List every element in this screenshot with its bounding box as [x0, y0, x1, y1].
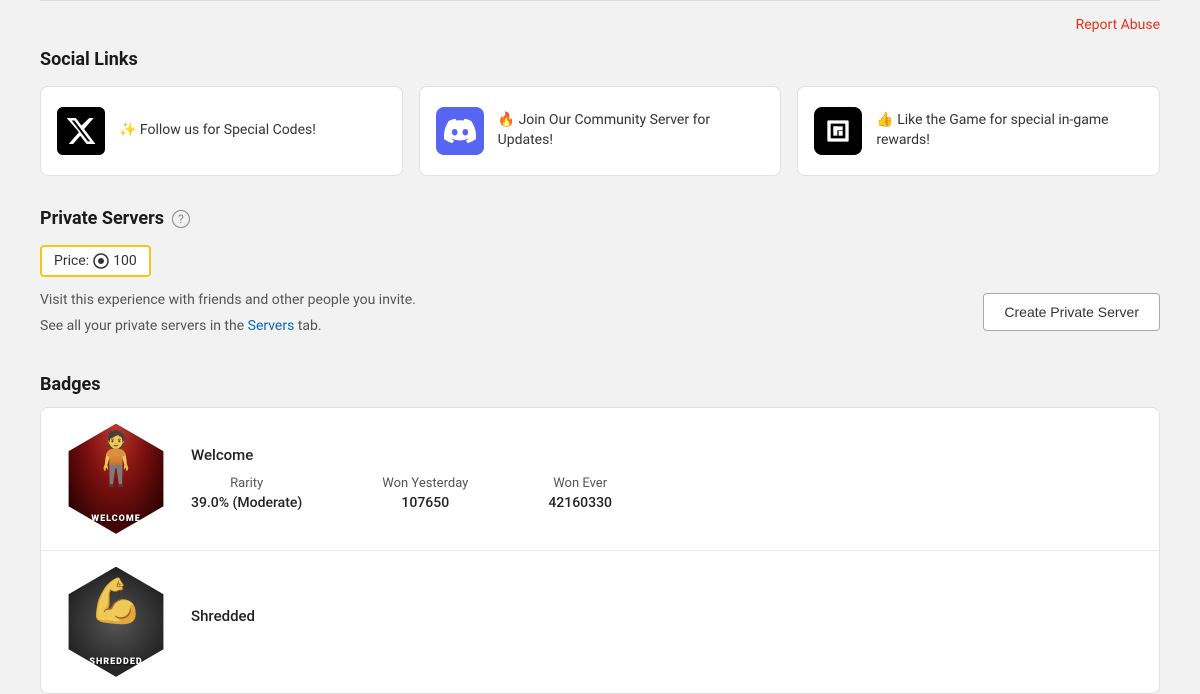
roblox-label: Like the Game for special in-game reward…: [876, 112, 1108, 148]
twitter-icon: [57, 107, 105, 155]
report-abuse-link[interactable]: Report Abuse: [1076, 17, 1160, 33]
social-card-twitter[interactable]: ✨ Follow us for Special Codes!: [40, 86, 403, 176]
private-servers-section: Private Servers ? Price: 100 Visit this …: [40, 208, 1160, 342]
private-servers-title: Private Servers: [40, 208, 164, 229]
create-private-server-button[interactable]: Create Private Server: [983, 293, 1160, 331]
twitter-label: Follow us for Special Codes!: [140, 122, 316, 138]
private-servers-desc-2: See all your private servers in the Serv…: [40, 315, 963, 337]
badge-stat-rarity: Rarity 39.0% (Moderate): [191, 476, 302, 511]
won-yesterday-label: Won Yesterday: [382, 476, 468, 491]
discord-icon: [436, 107, 484, 155]
price-value: 100: [113, 253, 137, 269]
rarity-value: 39.0% (Moderate): [191, 495, 302, 511]
won-ever-value: 42160330: [548, 495, 612, 511]
badge-image-welcome: 🧍 WELCOME: [61, 424, 171, 534]
roblox-icon: [814, 107, 862, 155]
won-ever-label: Won Ever: [553, 476, 607, 491]
badge-figure-shredded: 💪: [89, 575, 144, 627]
desc-prefix: See all your private servers in the: [40, 318, 248, 334]
discord-emoji: 🔥: [498, 112, 519, 128]
badge-name-welcome: Welcome: [191, 446, 1139, 464]
badge-label-welcome: WELCOME: [61, 514, 171, 524]
badges-list: 🧍 WELCOME Welcome Rarity 39.0% (Moderate…: [40, 407, 1160, 694]
badge-name-shredded: Shredded: [191, 607, 1139, 625]
private-servers-info: Visit this experience with friends and o…: [40, 289, 963, 342]
won-yesterday-value: 107650: [401, 495, 449, 511]
badge-hexagon-welcome: 🧍 WELCOME: [61, 424, 171, 534]
badge-stats-welcome: Rarity 39.0% (Moderate) Won Yesterday 10…: [191, 476, 1139, 511]
badge-figure-welcome: 🧍: [84, 428, 149, 489]
social-links-section: Social Links ✨ Follow us for Special Cod…: [40, 49, 1160, 176]
top-divider: [40, 0, 1160, 1]
discord-card-text: 🔥 Join Our Community Server for Updates!: [498, 111, 765, 150]
price-badge: Price: 100: [40, 245, 151, 277]
robux-icon: [93, 253, 109, 269]
roblox-emoji: 👍: [876, 112, 897, 128]
private-servers-help-icon[interactable]: ?: [172, 210, 190, 228]
twitter-emoji: ✨: [119, 122, 140, 138]
social-card-roblox[interactable]: 👍 Like the Game for special in-game rewa…: [797, 86, 1160, 176]
social-links-title: Social Links: [40, 49, 1160, 70]
badge-info-welcome: Welcome Rarity 39.0% (Moderate) Won Yest…: [191, 446, 1139, 511]
twitter-card-text: ✨ Follow us for Special Codes!: [119, 121, 316, 141]
desc-suffix: tab.: [294, 318, 321, 334]
badge-stat-won-yesterday: Won Yesterday 107650: [382, 476, 468, 511]
badge-label-shredded: SHREDDED: [61, 657, 171, 667]
badge-row-welcome: 🧍 WELCOME Welcome Rarity 39.0% (Moderate…: [41, 408, 1159, 551]
rarity-label: Rarity: [230, 476, 263, 491]
badge-row-shredded: 💪 SHREDDED Shredded: [41, 551, 1159, 693]
social-links-grid: ✨ Follow us for Special Codes! 🔥 Join Ou…: [40, 86, 1160, 176]
servers-tab-link[interactable]: Servers: [248, 318, 295, 334]
badge-stat-won-ever: Won Ever 42160330: [548, 476, 612, 511]
social-card-discord[interactable]: 🔥 Join Our Community Server for Updates!: [419, 86, 782, 176]
price-label: Price:: [54, 253, 89, 269]
badge-image-shredded: 💪 SHREDDED: [61, 567, 171, 677]
badge-hexagon-shredded: 💪 SHREDDED: [61, 567, 171, 677]
roblox-card-text: 👍 Like the Game for special in-game rewa…: [876, 111, 1143, 150]
badges-section: Badges 🧍 WELCOME Welcome: [40, 374, 1160, 694]
badges-title: Badges: [40, 374, 1160, 395]
private-servers-desc-1: Visit this experience with friends and o…: [40, 289, 963, 311]
badge-info-shredded: Shredded: [191, 607, 1139, 637]
discord-label: Join Our Community Server for Updates!: [498, 112, 711, 148]
